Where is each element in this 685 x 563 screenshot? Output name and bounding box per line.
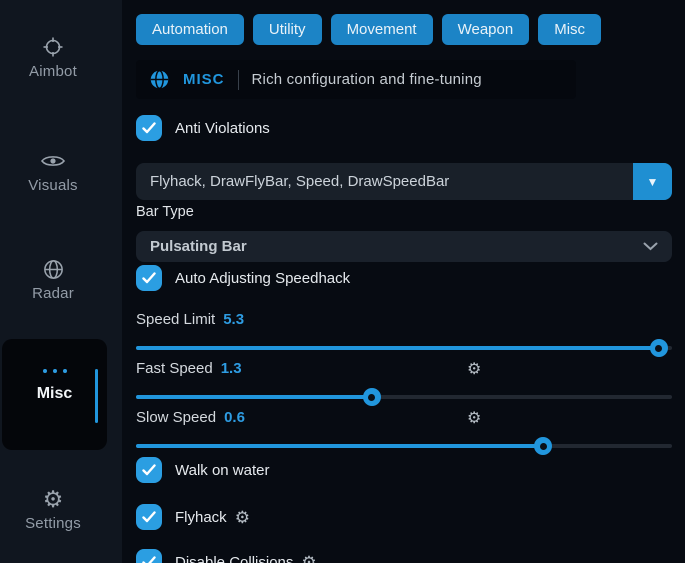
gear-icon: ⚙ [0,486,106,512]
sidebar: Aimbot Visuals Radar Misc ⚙ Settings [0,0,122,563]
fast-speed-slider[interactable] [136,388,672,406]
fast-speed-value: 1.3 [221,360,242,377]
section-header: MISC Rich configuration and fine-tuning [136,60,576,99]
sidebar-item-label: Misc [2,385,107,403]
tab-utility[interactable]: Utility [253,14,322,45]
speed-limit-value: 5.3 [223,311,244,328]
slider-fill [136,444,543,448]
ellipsis-icon [2,369,107,373]
disable-collisions-checkbox[interactable]: Disable Collisions⚙ [136,549,672,563]
bar-type-label: Bar Type [136,204,672,220]
tab-weapon[interactable]: Weapon [442,14,530,45]
checkbox-label: Anti Violations [175,120,270,137]
crosshair-icon [0,34,106,60]
checkbox-label: Disable Collisions⚙ [175,554,317,563]
slow-speed-slider[interactable] [136,437,672,455]
fast-speed-label: Fast Speed1.3 ⚙ [136,360,672,377]
sidebar-item-label: Radar [0,285,106,302]
tab-misc[interactable]: Misc [538,14,601,45]
gear-icon[interactable]: ⚙ [235,509,250,526]
checkbox-label: Auto Adjusting Speedhack [175,270,350,287]
feature-multiselect[interactable]: Flyhack, DrawFlyBar, Speed, DrawSpeedBar… [136,163,672,200]
slow-speed-value: 0.6 [224,409,245,426]
divider [238,70,239,90]
sidebar-item-radar[interactable]: Radar [0,256,106,302]
checkbox-label: Walk on water [175,462,269,479]
speed-limit-slider[interactable] [136,339,672,357]
sidebar-item-settings[interactable]: ⚙ Settings [0,486,106,532]
checkbox-checked-icon[interactable] [136,115,162,141]
globe-icon [0,256,106,282]
select-value: Pulsating Bar [150,238,247,255]
slider-fill [136,346,659,350]
slow-speed-label: Slow Speed0.6 ⚙ [136,409,672,426]
walk-on-water-checkbox[interactable]: Walk on water [136,457,672,483]
sidebar-item-misc[interactable]: Misc [2,339,107,450]
checkbox-checked-icon[interactable] [136,457,162,483]
chevron-down-icon [643,242,658,251]
dropdown-triangle-icon: ▼ [647,175,659,189]
slider-thumb[interactable] [534,437,552,455]
main-panel: Automation Utility Movement Weapon Misc … [136,0,672,563]
multiselect-value: Flyhack, DrawFlyBar, Speed, DrawSpeedBar [136,173,633,190]
sidebar-item-label: Aimbot [0,63,106,80]
slider-fill [136,395,372,399]
globe-icon [149,69,170,90]
slider-thumb[interactable] [650,339,668,357]
section-title: MISC [183,71,225,88]
section-subtitle: Rich configuration and fine-tuning [252,71,482,88]
gear-icon[interactable]: ⚙ [467,359,481,379]
sidebar-item-visuals[interactable]: Visuals [0,148,106,194]
flyhack-checkbox[interactable]: Flyhack⚙ [136,504,672,530]
multiselect-open-button[interactable]: ▼ [633,163,672,200]
auto-adjusting-speedhack-checkbox[interactable]: Auto Adjusting Speedhack [136,265,672,291]
anti-violations-checkbox[interactable]: Anti Violations [136,115,672,141]
sidebar-item-label: Visuals [0,177,106,194]
gear-icon[interactable]: ⚙ [467,408,481,428]
tab-movement[interactable]: Movement [331,14,433,45]
checkbox-checked-icon[interactable] [136,265,162,291]
slider-thumb[interactable] [363,388,381,406]
sidebar-item-aimbot[interactable]: Aimbot [0,34,106,80]
checkbox-checked-icon[interactable] [136,549,162,563]
checkbox-label: Flyhack⚙ [175,509,250,526]
bar-type-select[interactable]: Pulsating Bar [136,231,672,262]
category-tabs: Automation Utility Movement Weapon Misc [136,14,672,45]
gear-icon[interactable]: ⚙ [301,554,316,563]
active-indicator [95,369,98,423]
sidebar-item-label: Settings [0,515,106,532]
checkbox-checked-icon[interactable] [136,504,162,530]
eye-icon [0,148,106,174]
tab-automation[interactable]: Automation [136,14,244,45]
speed-limit-label: Speed Limit5.3 [136,311,672,328]
